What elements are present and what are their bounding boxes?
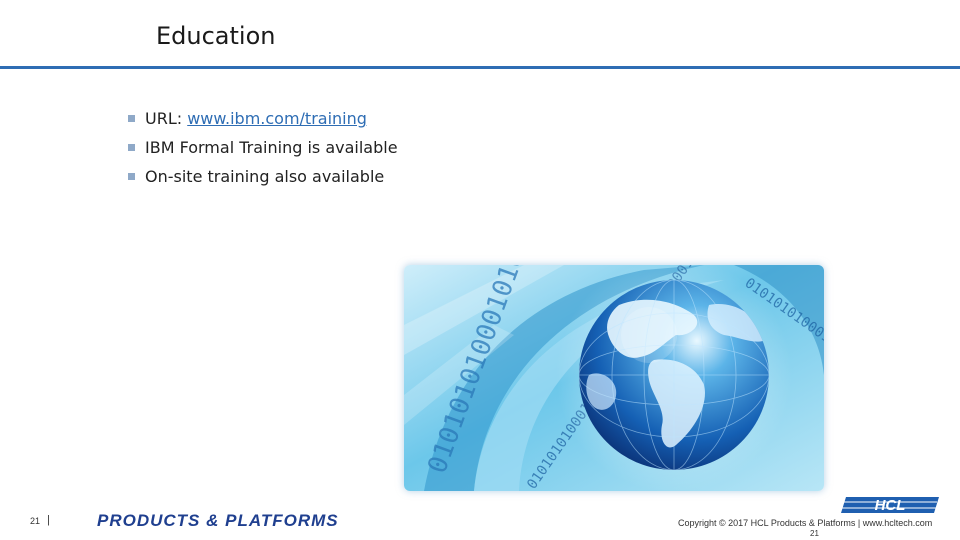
- bullet-url-prefix: URL:: [145, 109, 188, 128]
- bullet-marker-icon: [128, 144, 135, 151]
- globe-image: 0101010100010101010010101010100010101 01…: [404, 265, 824, 491]
- brand-tagline: PRODUCTS & PLATFORMS: [97, 511, 339, 530]
- bullet-marker-icon: [128, 115, 135, 122]
- copyright-text: Copyright © 2017 HCL Products & Platform…: [678, 518, 933, 528]
- slide: Education URL: www.ibm.com/training IBM …: [0, 0, 960, 540]
- bullet-item-formal-training: IBM Formal Training is available: [128, 133, 398, 162]
- bullet-text: On-site training also available: [145, 167, 385, 186]
- slide-title: Education: [156, 22, 276, 50]
- footer-page-number: 21: [810, 529, 819, 538]
- hcl-logo-icon: HCL: [841, 497, 939, 514]
- globe-illustration: 0101010100010101010010101010100010101 01…: [404, 265, 824, 491]
- training-link[interactable]: www.ibm.com/training: [187, 109, 367, 128]
- title-divider: [0, 66, 960, 69]
- bullet-text: IBM Formal Training is available: [145, 138, 398, 157]
- bullet-item-onsite-training: On-site training also available: [128, 162, 398, 191]
- hcl-logo-text: HCL: [875, 497, 906, 514]
- page-number: 21: [30, 516, 41, 526]
- bullet-list: URL: www.ibm.com/training IBM Formal Tra…: [128, 104, 398, 191]
- bullet-item-url: URL: www.ibm.com/training: [128, 104, 398, 133]
- page-separator: |: [47, 514, 50, 526]
- bullet-marker-icon: [128, 173, 135, 180]
